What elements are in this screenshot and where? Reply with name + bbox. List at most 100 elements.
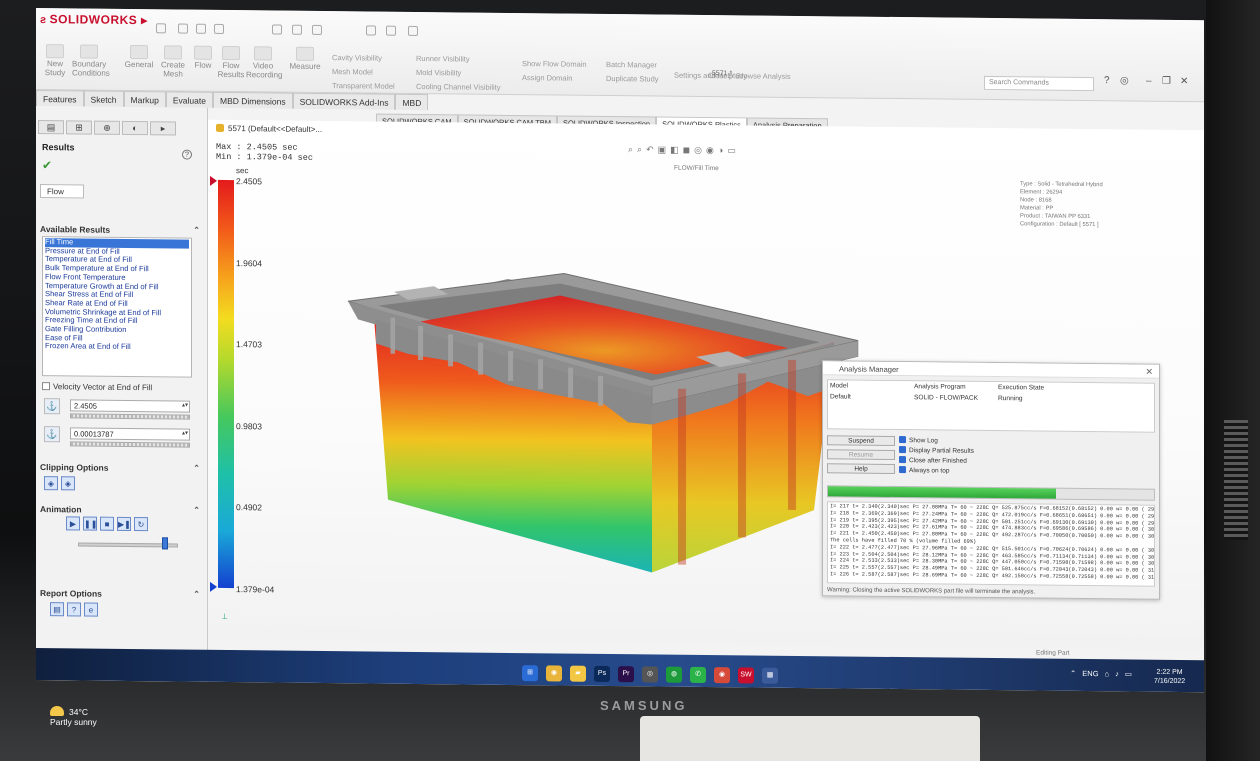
network-icon[interactable]: ⌂ — [1105, 669, 1110, 678]
save-icon[interactable] — [214, 23, 224, 34]
language-indicator[interactable]: ENG — [1082, 669, 1098, 678]
whatsapp-icon[interactable]: ✆ — [690, 666, 706, 684]
close-after-finished-checkbox[interactable]: Close after Finished — [899, 456, 967, 465]
cmd-mold-visibility[interactable]: Mold Visibility — [416, 68, 461, 77]
property-icon[interactable]: ⊞ — [66, 120, 92, 135]
tab-features[interactable]: Features — [36, 90, 84, 107]
feature-tree-icon[interactable]: ▤ — [38, 120, 64, 135]
volume-icon[interactable]: ♪ — [1115, 669, 1119, 678]
chevron-up-icon[interactable]: ⌃ — [1070, 669, 1076, 678]
min-value-slider[interactable] — [70, 441, 190, 448]
min-value-field[interactable]: 0.00013787 ▴▾ — [70, 427, 190, 441]
stop-icon[interactable]: ■ — [100, 516, 114, 531]
max-value-field[interactable]: 2.4505 ▴▾ — [70, 399, 190, 413]
cmd-batch-manager[interactable]: Batch Manager — [606, 60, 657, 70]
pause-icon[interactable]: ❚❚ — [83, 516, 97, 531]
solidworks-icon[interactable]: SW — [738, 667, 754, 684]
play-icon[interactable]: ▶ — [66, 516, 80, 531]
home-icon[interactable] — [156, 23, 166, 34]
options-icon[interactable] — [408, 25, 418, 37]
show-log-checkbox[interactable]: Show Log — [899, 436, 938, 444]
suspend-button[interactable]: Suspend — [827, 435, 895, 446]
velocity-vector-checkbox[interactable]: Velocity Vector at End of Fill — [42, 382, 152, 392]
select-icon[interactable] — [366, 25, 376, 36]
cmd-general[interactable]: General — [122, 44, 156, 69]
config-icon[interactable]: ⊕ — [94, 120, 120, 135]
wechat-icon[interactable]: ◍ — [666, 666, 682, 683]
report-options-header[interactable]: Report Options ⌃ — [40, 588, 200, 600]
plastics-icon[interactable]: ▸ — [150, 121, 176, 136]
print-icon[interactable] — [272, 24, 282, 35]
cmd-new-study[interactable]: New Study — [38, 44, 72, 77]
restore-icon[interactable]: ❐ — [1162, 76, 1171, 87]
cmd-runner-visibility[interactable]: Runner Visibility — [416, 54, 470, 64]
display-partial-results-checkbox[interactable]: Display Partial Results — [899, 446, 974, 455]
cmd-create-mesh[interactable]: Create Mesh — [156, 45, 190, 79]
solidworks-logo[interactable]: ƨ SOLIDWORKS ▸ — [40, 12, 148, 27]
cmd-assign-domain[interactable]: Assign Domain — [522, 73, 572, 83]
cmd-video-recording[interactable]: Video Recording — [246, 46, 282, 80]
file-explorer-icon[interactable]: ▰ — [570, 665, 586, 682]
redo-icon[interactable] — [312, 24, 322, 35]
tab-evaluate[interactable]: Evaluate — [165, 91, 213, 108]
open-icon[interactable] — [196, 23, 206, 34]
export-icon[interactable]: e — [84, 602, 98, 617]
report-icon[interactable]: ▤ — [50, 602, 64, 617]
cmd-transparent-model[interactable]: Transparent Model — [332, 81, 395, 91]
step-icon[interactable]: ▶❚ — [117, 516, 131, 531]
battery-icon[interactable]: ▭ — [1125, 669, 1132, 678]
clipping-options-header[interactable]: Clipping Options ⌃ — [40, 462, 200, 474]
ok-icon[interactable]: ✔ — [42, 158, 52, 172]
cmd-measure[interactable]: Measure — [288, 46, 322, 71]
weather-widget[interactable]: 34°C Partly sunny — [50, 706, 97, 727]
help-button[interactable]: Help — [827, 463, 895, 474]
help-icon[interactable]: ? — [1104, 75, 1110, 86]
cmd-boundary-conditions[interactable]: Boundary Conditions — [72, 44, 110, 78]
tab-flow[interactable]: Flow — [40, 184, 84, 199]
cmd-show-flow-domain[interactable]: Show Flow Domain — [522, 59, 587, 69]
chrome-profile-icon[interactable]: ◉ — [714, 667, 730, 684]
premiere-icon[interactable]: Pr — [618, 666, 634, 683]
photoshop-icon[interactable]: Ps — [594, 665, 610, 683]
cmd-duplicate-study[interactable]: Duplicate Study — [606, 74, 659, 84]
animation-slider-thumb[interactable] — [162, 537, 168, 550]
appearance-icon[interactable]: ◐ — [122, 120, 148, 136]
loop-icon[interactable]: ↻ — [134, 517, 148, 532]
close-icon[interactable]: ✕ — [1180, 76, 1188, 87]
clip-box-icon[interactable]: ◈ — [61, 476, 75, 491]
minimize-icon[interactable]: – — [1146, 76, 1152, 87]
results-list[interactable]: Fill Time Pressure at End of Fill Temperat… — [42, 236, 192, 378]
rebuild-icon[interactable] — [386, 25, 396, 36]
help-icon[interactable]: ? — [182, 149, 192, 160]
tab-sketch[interactable]: Sketch — [83, 90, 124, 107]
available-results-header[interactable]: Available Results ⌃ — [40, 224, 200, 236]
cmd-browse-analysis[interactable]: Browse Analysis — [736, 71, 791, 81]
new-icon[interactable] — [178, 23, 188, 34]
cmd-flow-results[interactable]: Flow Results — [214, 45, 248, 79]
cmd-cavity-visibility[interactable]: Cavity Visibility — [332, 53, 382, 63]
cmd-cooling-channel-visibility[interactable]: Cooling Channel Visibility — [416, 82, 501, 92]
user-icon[interactable]: ◎ — [1120, 75, 1129, 86]
always-on-top-checkbox[interactable]: Always on top — [899, 466, 949, 475]
tab-markup[interactable]: Markup — [123, 90, 166, 108]
analysis-manager-icon[interactable]: ▦ — [762, 667, 778, 684]
clip-plane-icon[interactable]: ◈ — [44, 476, 58, 491]
cmd-mesh-model[interactable]: Mesh Model — [332, 67, 373, 76]
close-icon[interactable]: ✕ — [1145, 367, 1153, 378]
tab-solidworks-add-ins[interactable]: SOLIDWORKS Add-Ins — [292, 92, 396, 110]
analysis-log[interactable]: I= 217 t= 2.340(2.340)sec P= 27.08MPa T=… — [827, 501, 1155, 587]
max-value-slider[interactable] — [70, 413, 190, 420]
start-icon[interactable]: ⊞ — [522, 665, 538, 682]
chrome-icon[interactable]: ◉ — [546, 665, 562, 682]
tab-mbd-dimensions[interactable]: MBD Dimensions — [212, 91, 293, 109]
animation-header[interactable]: Animation ⌃ — [40, 504, 200, 516]
search-input[interactable]: Search Commands — [984, 75, 1094, 92]
undo-icon[interactable] — [292, 24, 302, 35]
tab-mbd[interactable]: MBD — [395, 93, 429, 111]
result-item[interactable]: Frozen Area at End of Fill — [45, 342, 189, 353]
report-help-icon[interactable]: ? — [67, 602, 81, 617]
clock[interactable]: 2:22 PM 7/16/2022 — [1154, 668, 1185, 686]
app-icon[interactable]: ◎ — [642, 666, 658, 683]
analysis-table-row[interactable]: Default SOLID - FLOW/PACK Running — [828, 391, 1154, 405]
resume-button[interactable]: Resume — [827, 449, 895, 460]
